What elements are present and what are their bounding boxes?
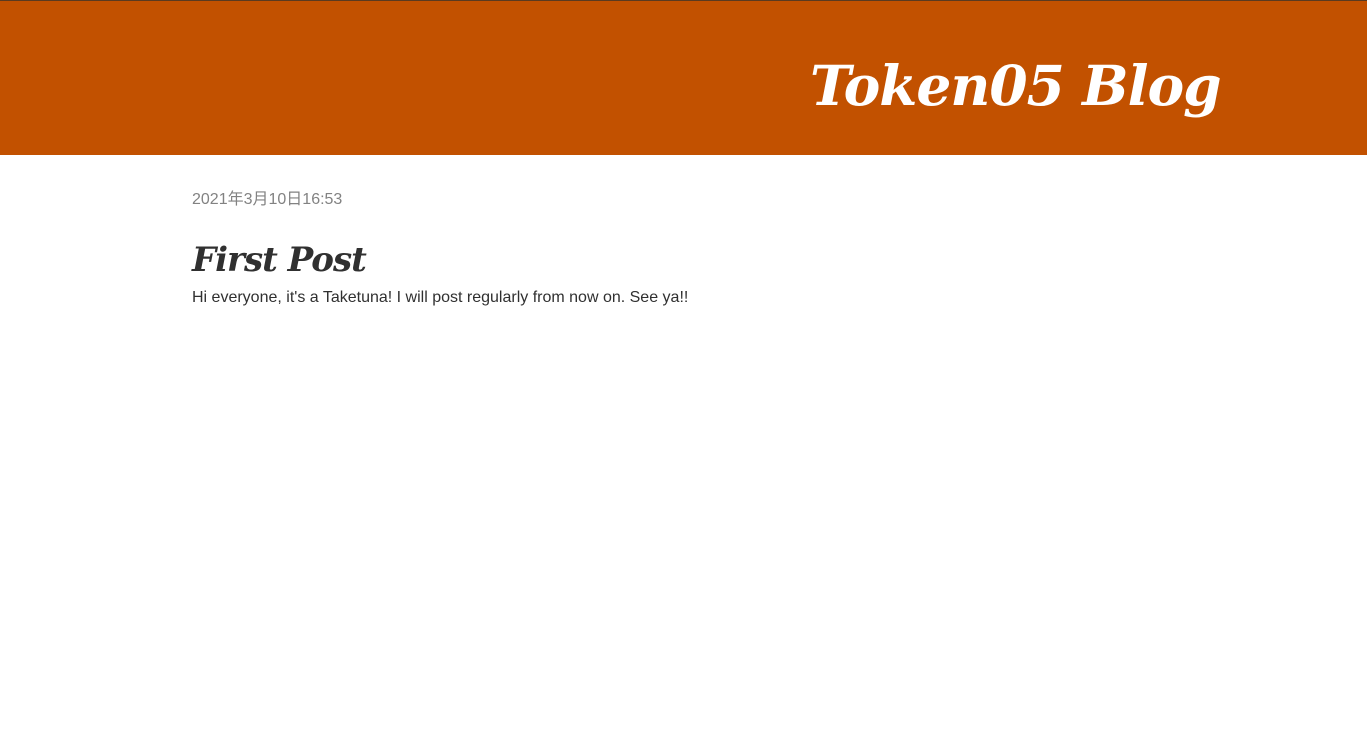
blog-post: 2021年3月10日16:53 First Post Hi everyone, … [192, 188, 1092, 310]
post-body: Hi everyone, it's a Taketuna! I will pos… [192, 289, 689, 306]
site-title-link[interactable]: Token05 Blog [810, 51, 1222, 121]
post-title[interactable]: First Post [192, 240, 1092, 280]
page-header: Token05 Blog [0, 0, 1367, 155]
post-date: 2021年3月10日16:53 [192, 191, 343, 208]
